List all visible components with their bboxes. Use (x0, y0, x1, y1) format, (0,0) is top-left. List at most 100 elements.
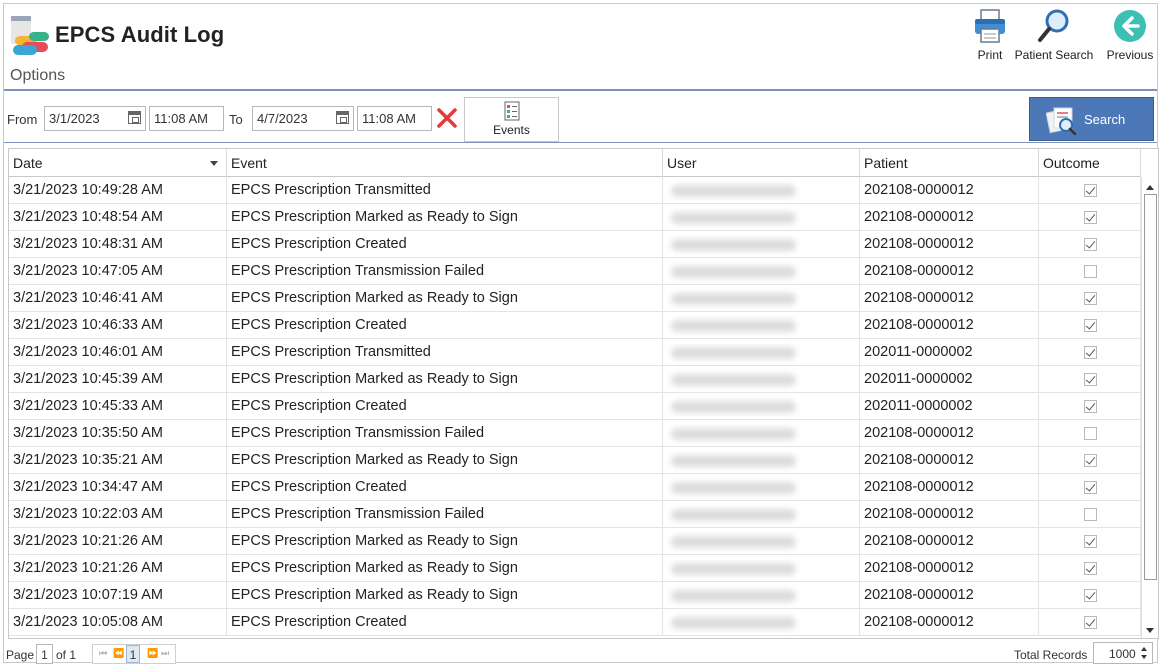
outcome-checkbox[interactable] (1084, 481, 1097, 494)
redacted-user (671, 617, 796, 629)
cell-event: EPCS Prescription Created (227, 393, 663, 420)
to-date-field[interactable]: 4/7/2023 (252, 106, 354, 131)
outcome-checkbox[interactable] (1084, 211, 1097, 224)
table-row[interactable]: 3/21/2023 10:46:33 AM EPCS Prescription C… (9, 312, 1141, 339)
spin-down-icon[interactable] (1141, 655, 1147, 659)
outcome-checkbox[interactable] (1084, 508, 1097, 521)
page-number-input[interactable]: 1 (36, 644, 53, 664)
outcome-checkbox[interactable] (1084, 292, 1097, 305)
table-row[interactable]: 3/21/2023 10:21:26 AM EPCS Prescription M… (9, 555, 1141, 582)
prev-page-icon[interactable]: ⏪ (113, 648, 124, 659)
cell-user (663, 474, 860, 501)
cell-event: EPCS Prescription Created (227, 231, 663, 258)
outcome-checkbox[interactable] (1084, 238, 1097, 251)
cell-outcome (1039, 420, 1141, 447)
scroll-up-icon[interactable] (1146, 185, 1154, 190)
table-row[interactable]: 3/21/2023 10:46:01 AM EPCS Prescription T… (9, 339, 1141, 366)
audit-log-grid: Date Event User Patient Outcome 3/21/202… (8, 148, 1159, 639)
outcome-checkbox[interactable] (1084, 184, 1097, 197)
previous-button[interactable]: Previous (1104, 8, 1156, 62)
outcome-checkbox[interactable] (1084, 265, 1097, 278)
outcome-checkbox[interactable] (1084, 589, 1097, 602)
table-row[interactable]: 3/21/2023 10:21:26 AM EPCS Prescription M… (9, 528, 1141, 555)
outcome-checkbox[interactable] (1084, 319, 1097, 332)
column-header-date-label: Date (13, 155, 43, 171)
cell-patient: 202108-0000012 (860, 258, 1039, 285)
redacted-user (671, 320, 796, 332)
first-page-icon[interactable]: ⏮ (99, 648, 107, 659)
table-row[interactable]: 3/21/2023 10:45:39 AM EPCS Prescription M… (9, 366, 1141, 393)
to-time-field[interactable]: 11:08 AM (357, 106, 432, 131)
outcome-checkbox[interactable] (1084, 535, 1097, 548)
redacted-user (671, 482, 796, 494)
table-row[interactable]: 3/21/2023 10:46:41 AM EPCS Prescription M… (9, 285, 1141, 312)
cell-date: 3/21/2023 10:47:05 AM (9, 258, 227, 285)
events-button[interactable]: Events (464, 97, 559, 142)
cell-user (663, 582, 860, 609)
outcome-checkbox[interactable] (1084, 400, 1097, 413)
table-row[interactable]: 3/21/2023 10:48:31 AM EPCS Prescription C… (9, 231, 1141, 258)
cell-user (663, 501, 860, 528)
table-row[interactable]: 3/21/2023 10:22:03 AM EPCS Prescription T… (9, 501, 1141, 528)
cell-date: 3/21/2023 10:45:39 AM (9, 366, 227, 393)
app-logo-icon (11, 16, 49, 55)
from-date-field[interactable]: 3/1/2023 (44, 106, 146, 131)
table-row[interactable]: 3/21/2023 10:35:21 AM EPCS Prescription M… (9, 447, 1141, 474)
outcome-checkbox[interactable] (1084, 427, 1097, 440)
cell-event: EPCS Prescription Marked as Ready to Sig… (227, 582, 663, 609)
total-records-label: Total Records (1014, 648, 1088, 662)
total-records-field[interactable]: 1000 (1093, 642, 1153, 664)
outcome-checkbox[interactable] (1084, 562, 1097, 575)
outcome-checkbox[interactable] (1084, 616, 1097, 629)
cell-date: 3/21/2023 10:35:50 AM (9, 420, 227, 447)
redacted-user (671, 347, 796, 359)
redacted-user (671, 293, 796, 305)
calendar-icon[interactable] (336, 111, 349, 124)
column-header-event[interactable]: Event (227, 149, 663, 177)
column-header-outcome-label: Outcome (1043, 155, 1100, 171)
scroll-thumb[interactable] (1144, 194, 1157, 580)
search-button[interactable]: Search (1029, 97, 1154, 141)
table-row[interactable]: 3/21/2023 10:34:47 AM EPCS Prescription C… (9, 474, 1141, 501)
cell-event: EPCS Prescription Transmitted (227, 177, 663, 204)
last-page-icon[interactable]: ⏭ (161, 648, 169, 659)
next-page-icon[interactable]: ⏩ (147, 648, 158, 659)
redacted-user (671, 266, 796, 278)
outcome-checkbox[interactable] (1084, 454, 1097, 467)
outcome-checkbox[interactable] (1084, 373, 1097, 386)
cell-user (663, 204, 860, 231)
app-header: EPCS Audit Log Options Print Patient Sea… (4, 4, 1157, 91)
app-window: EPCS Audit Log Options Print Patient Sea… (3, 3, 1159, 664)
clear-filter-icon[interactable] (436, 107, 458, 129)
outcome-checkbox[interactable] (1084, 346, 1097, 359)
cell-patient: 202108-0000012 (860, 231, 1039, 258)
to-time-value: 11:08 AM (362, 111, 416, 126)
cell-event: EPCS Prescription Marked as Ready to Sig… (227, 555, 663, 582)
cell-event: EPCS Prescription Created (227, 312, 663, 339)
current-page-button[interactable]: 1 (126, 645, 140, 663)
table-row[interactable]: 3/21/2023 10:47:05 AM EPCS Prescription T… (9, 258, 1141, 285)
calendar-icon[interactable] (128, 111, 141, 124)
table-row[interactable]: 3/21/2023 10:49:28 AM EPCS Prescription T… (9, 177, 1141, 204)
cell-event: EPCS Prescription Marked as Ready to Sig… (227, 285, 663, 312)
table-row[interactable]: 3/21/2023 10:05:08 AM EPCS Prescription C… (9, 609, 1141, 636)
table-row[interactable]: 3/21/2023 10:07:19 AM EPCS Prescription M… (9, 582, 1141, 609)
vertical-scrollbar[interactable] (1141, 177, 1158, 638)
patient-search-button[interactable]: Patient Search (1012, 8, 1096, 62)
filter-divider (4, 142, 1157, 143)
scroll-down-icon[interactable] (1146, 628, 1154, 633)
from-time-field[interactable]: 11:08 AM (149, 106, 224, 131)
cell-date: 3/21/2023 10:46:41 AM (9, 285, 227, 312)
column-header-user[interactable]: User (663, 149, 860, 177)
filter-bar: From 3/1/2023 11:08 AM To 4/7/2023 11:08… (4, 91, 1157, 143)
print-button[interactable]: Print (970, 8, 1010, 62)
options-menu[interactable]: Options (10, 67, 65, 85)
spin-up-icon[interactable] (1141, 647, 1147, 651)
column-header-patient[interactable]: Patient (860, 149, 1039, 177)
table-row[interactable]: 3/21/2023 10:48:54 AM EPCS Prescription M… (9, 204, 1141, 231)
column-header-date[interactable]: Date (9, 149, 227, 177)
cell-outcome (1039, 366, 1141, 393)
table-row[interactable]: 3/21/2023 10:35:50 AM EPCS Prescription T… (9, 420, 1141, 447)
column-header-outcome[interactable]: Outcome (1039, 149, 1141, 177)
table-row[interactable]: 3/21/2023 10:45:33 AM EPCS Prescription C… (9, 393, 1141, 420)
